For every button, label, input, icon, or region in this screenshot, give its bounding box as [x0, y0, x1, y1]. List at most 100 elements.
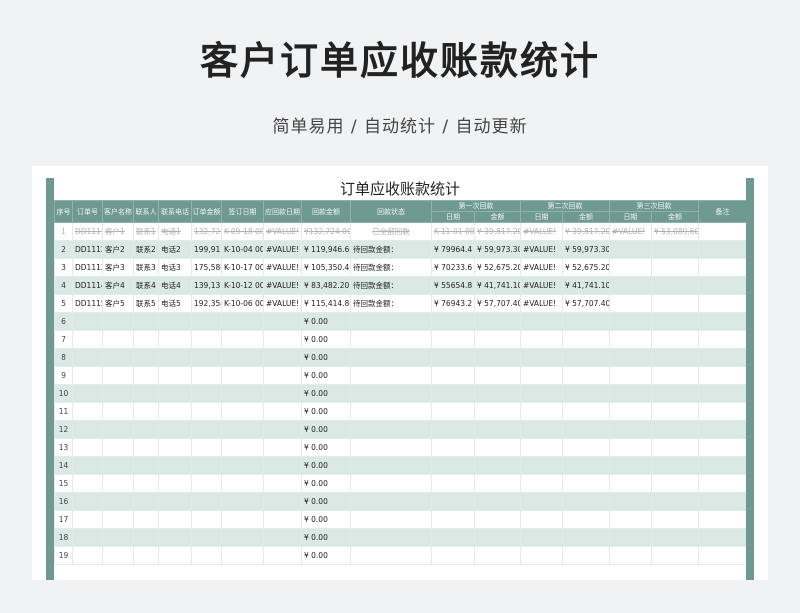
- cell-p2-amt[interactable]: [562, 384, 610, 403]
- cell-p3-date[interactable]: [609, 330, 652, 349]
- cell-phone[interactable]: [158, 474, 192, 493]
- cell-contact[interactable]: 联系3: [133, 258, 159, 277]
- cell-customer[interactable]: [102, 438, 134, 457]
- cell-p3-amt[interactable]: [651, 528, 699, 547]
- cell-p2-date[interactable]: #VALUE!: [520, 222, 563, 241]
- cell-amount[interactable]: [191, 330, 222, 349]
- cell-p3-amt[interactable]: [651, 474, 699, 493]
- cell-status[interactable]: [350, 420, 432, 439]
- cell-phone[interactable]: [158, 456, 192, 475]
- cell-phone[interactable]: [158, 348, 192, 367]
- cell-received[interactable]: ¥ 105,350.40: [301, 258, 351, 277]
- cell-p2-date[interactable]: [520, 384, 563, 403]
- cell-phone[interactable]: 电话4: [158, 276, 192, 295]
- cell-note[interactable]: [698, 366, 746, 385]
- cell-p3-amt[interactable]: [651, 438, 699, 457]
- cell-due-date[interactable]: [263, 492, 302, 511]
- cell-order-date[interactable]: [221, 492, 264, 511]
- cell-p2-date[interactable]: [520, 438, 563, 457]
- cell-due-date[interactable]: [263, 402, 302, 421]
- cell-customer[interactable]: [102, 402, 134, 421]
- cell-order-no[interactable]: DD1115: [72, 294, 103, 313]
- cell-p2-amt[interactable]: [562, 348, 610, 367]
- cell-p3-amt[interactable]: ¥ 53,089.60: [651, 222, 699, 241]
- cell-p2-amt[interactable]: ¥ 57,707.40: [562, 294, 610, 313]
- cell-order-date[interactable]: [221, 474, 264, 493]
- cell-status[interactable]: [350, 330, 432, 349]
- cell-customer[interactable]: [102, 492, 134, 511]
- cell-p2-amt[interactable]: [562, 474, 610, 493]
- cell-received[interactable]: ¥ 0.00: [301, 402, 351, 421]
- cell-p2-amt[interactable]: ¥ 41,741.10: [562, 276, 610, 295]
- cell-phone[interactable]: [158, 546, 192, 565]
- cell-p1-date[interactable]: [431, 330, 475, 349]
- cell-order-date[interactable]: K-09-18 00:0: [221, 222, 264, 241]
- cell-contact[interactable]: [133, 474, 159, 493]
- cell-amount[interactable]: 139,137: [191, 276, 222, 295]
- cell-due-date[interactable]: [263, 474, 302, 493]
- cell-amount[interactable]: [191, 384, 222, 403]
- cell-received[interactable]: ¥ 0.00: [301, 474, 351, 493]
- cell-p1-amt[interactable]: ¥ 57,707.40: [474, 294, 521, 313]
- cell-amount[interactable]: [191, 474, 222, 493]
- cell-amount[interactable]: [191, 528, 222, 547]
- cell-due-date[interactable]: [263, 546, 302, 565]
- cell-p3-date[interactable]: [609, 276, 652, 295]
- cell-order-date[interactable]: [221, 330, 264, 349]
- cell-seq[interactable]: 15: [54, 474, 73, 493]
- cell-p2-amt[interactable]: [562, 510, 610, 529]
- cell-due-date[interactable]: [263, 366, 302, 385]
- cell-customer[interactable]: [102, 348, 134, 367]
- cell-received[interactable]: ¥ 0.00: [301, 546, 351, 565]
- cell-p2-date[interactable]: [520, 474, 563, 493]
- cell-p3-date[interactable]: [609, 348, 652, 367]
- cell-received[interactable]: ¥ 0.00: [301, 420, 351, 439]
- cell-p3-date[interactable]: [609, 528, 652, 547]
- cell-note[interactable]: [698, 474, 746, 493]
- cell-order-no[interactable]: [72, 474, 103, 493]
- cell-contact[interactable]: [133, 384, 159, 403]
- cell-amount[interactable]: [191, 402, 222, 421]
- cell-note[interactable]: [698, 240, 746, 259]
- cell-contact[interactable]: [133, 366, 159, 385]
- cell-p1-amt[interactable]: [474, 474, 521, 493]
- cell-p3-amt[interactable]: [651, 312, 699, 331]
- cell-contact[interactable]: 联系1: [133, 222, 159, 241]
- cell-p3-amt[interactable]: [651, 366, 699, 385]
- cell-seq[interactable]: 8: [54, 348, 73, 367]
- cell-received[interactable]: ¥ 0.00: [301, 312, 351, 331]
- cell-customer[interactable]: 客户2: [102, 240, 134, 259]
- cell-p1-date[interactable]: [431, 402, 475, 421]
- cell-note[interactable]: [698, 402, 746, 421]
- cell-customer[interactable]: [102, 330, 134, 349]
- cell-contact[interactable]: [133, 438, 159, 457]
- cell-received[interactable]: ¥ 83,482.20: [301, 276, 351, 295]
- cell-due-date[interactable]: [263, 528, 302, 547]
- cell-status[interactable]: [350, 384, 432, 403]
- cell-customer[interactable]: [102, 312, 134, 331]
- cell-p2-amt[interactable]: [562, 420, 610, 439]
- cell-status[interactable]: [350, 348, 432, 367]
- cell-phone[interactable]: [158, 366, 192, 385]
- cell-phone[interactable]: [158, 528, 192, 547]
- cell-seq[interactable]: 4: [54, 276, 73, 295]
- cell-note[interactable]: [698, 528, 746, 547]
- cell-order-no[interactable]: [72, 510, 103, 529]
- cell-seq[interactable]: 16: [54, 492, 73, 511]
- cell-order-no[interactable]: [72, 528, 103, 547]
- cell-p1-date[interactable]: [431, 528, 475, 547]
- cell-p1-date[interactable]: [431, 348, 475, 367]
- cell-p3-date[interactable]: [609, 312, 652, 331]
- cell-amount[interactable]: [191, 366, 222, 385]
- cell-p2-amt[interactable]: ¥ 39,817.20: [562, 222, 610, 241]
- cell-p3-date[interactable]: [609, 474, 652, 493]
- cell-received[interactable]: ¥ 0.00: [301, 348, 351, 367]
- cell-p1-date[interactable]: ¥ 55654.8 K-11-20 00:0: [431, 276, 475, 295]
- cell-p3-amt[interactable]: [651, 330, 699, 349]
- cell-contact[interactable]: [133, 528, 159, 547]
- cell-order-no[interactable]: [72, 492, 103, 511]
- cell-contact[interactable]: [133, 402, 159, 421]
- cell-p2-amt[interactable]: [562, 492, 610, 511]
- cell-p1-amt[interactable]: [474, 348, 521, 367]
- cell-phone[interactable]: 电话2: [158, 240, 192, 259]
